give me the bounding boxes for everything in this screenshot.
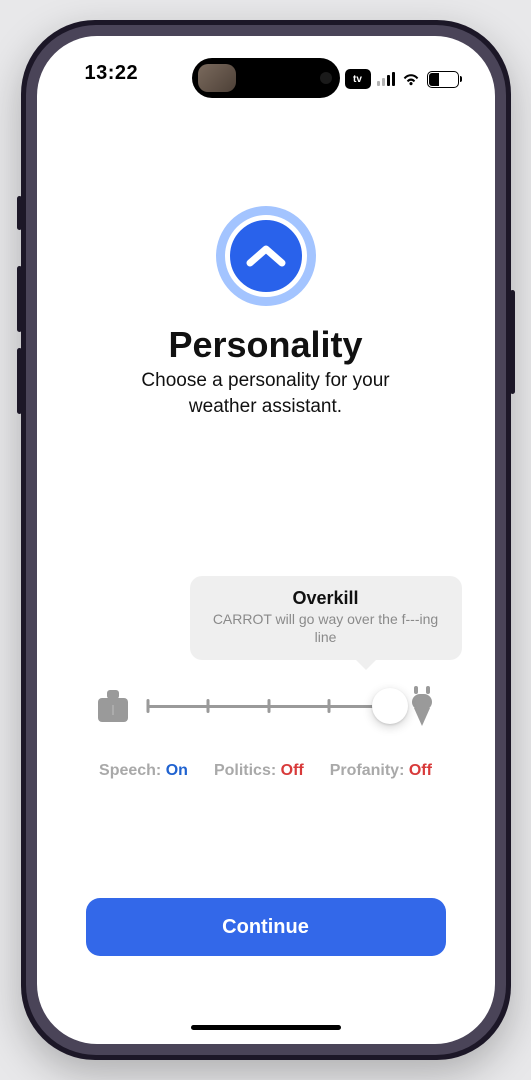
- screen: 13:22 tv 35: [37, 36, 495, 1044]
- volume-down-button: [17, 348, 22, 414]
- personality-slider-block: Overkill CARROT will go way over the f--…: [37, 576, 495, 780]
- toggle-politics[interactable]: Politics: Off: [214, 762, 304, 780]
- bomb-icon: [408, 684, 436, 728]
- power-button: [510, 290, 515, 394]
- mute-switch: [17, 196, 22, 230]
- toggles-row: Speech: On Politics: Off Profanity: Off: [99, 762, 432, 780]
- slider-thumb[interactable]: [372, 688, 408, 724]
- toggle-profanity-label: Profanity:: [330, 762, 405, 779]
- toggle-profanity[interactable]: Profanity: Off: [330, 762, 432, 780]
- volume-up-button: [17, 266, 22, 332]
- personality-slider[interactable]: [148, 691, 390, 721]
- slider-tooltip: Overkill CARROT will go way over the f--…: [190, 576, 462, 660]
- hero: Personality Choose a personality for you…: [37, 206, 495, 419]
- toggle-profanity-value: Off: [409, 762, 432, 779]
- phone-frame: 13:22 tv 35: [21, 20, 511, 1060]
- slider-tooltip-title: Overkill: [206, 588, 446, 609]
- slider-tooltip-subtitle: CARROT will go way over the f---ing line: [206, 611, 446, 646]
- page-subtitle: Choose a personality for your weather as…: [106, 368, 426, 419]
- toggle-speech-value: On: [166, 762, 188, 779]
- page-title: Personality: [168, 324, 362, 366]
- app-logo: [216, 206, 316, 306]
- toggle-speech[interactable]: Speech: On: [99, 762, 188, 780]
- chevron-up-icon: [246, 243, 286, 269]
- home-indicator[interactable]: [191, 1025, 341, 1030]
- toggle-speech-label: Speech:: [99, 762, 161, 779]
- briefcase-icon: [96, 686, 130, 726]
- toggle-politics-label: Politics:: [214, 762, 276, 779]
- toggle-politics-value: Off: [281, 762, 304, 779]
- continue-button[interactable]: Continue: [86, 898, 446, 956]
